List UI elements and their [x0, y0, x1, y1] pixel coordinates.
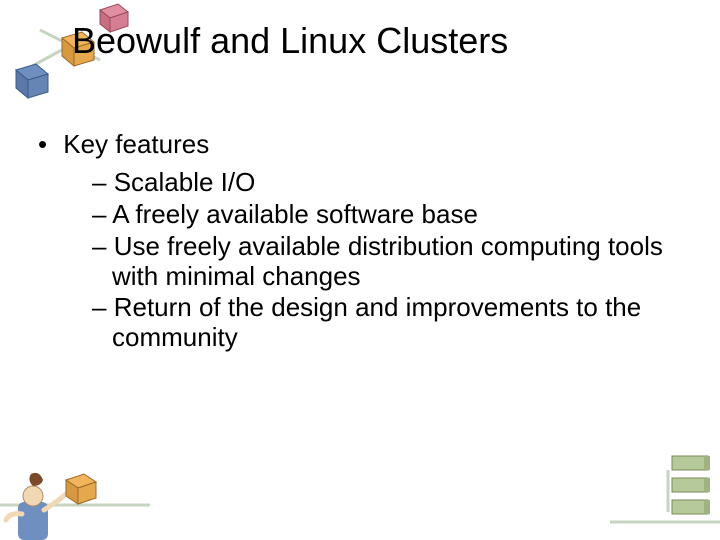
sub-bullet-text: A freely available software base — [112, 199, 478, 229]
dash-glyph: – — [92, 292, 106, 322]
bullet-text: Key features — [63, 129, 209, 159]
sub-bullet: – Return of the design and improvements … — [92, 293, 680, 353]
slide-body: • Key features – Scalable I/O – A freely… — [38, 130, 680, 355]
sub-bullets: – Scalable I/O – A freely available soft… — [92, 168, 680, 353]
decor-bottom-right-icon — [610, 450, 720, 530]
dash-glyph: – — [92, 231, 106, 261]
sub-bullet: – Use freely available distribution comp… — [92, 232, 680, 292]
sub-bullet-text: Return of the design and improvements to… — [112, 292, 641, 352]
slide: Beowulf and Linux Clusters • Key feature… — [0, 0, 720, 540]
sub-bullet: – Scalable I/O — [92, 168, 680, 198]
sub-bullet-text: Scalable I/O — [114, 167, 256, 197]
bullet-glyph: • — [38, 130, 56, 160]
decor-bottom-left-icon — [0, 450, 150, 540]
sub-bullet: – A freely available software base — [92, 200, 680, 230]
dash-glyph: – — [92, 167, 106, 197]
slide-title: Beowulf and Linux Clusters — [72, 20, 690, 62]
dash-glyph: – — [92, 199, 106, 229]
bullet-level1: • Key features — [38, 130, 680, 160]
sub-bullet-text: Use freely available distribution comput… — [112, 231, 663, 291]
